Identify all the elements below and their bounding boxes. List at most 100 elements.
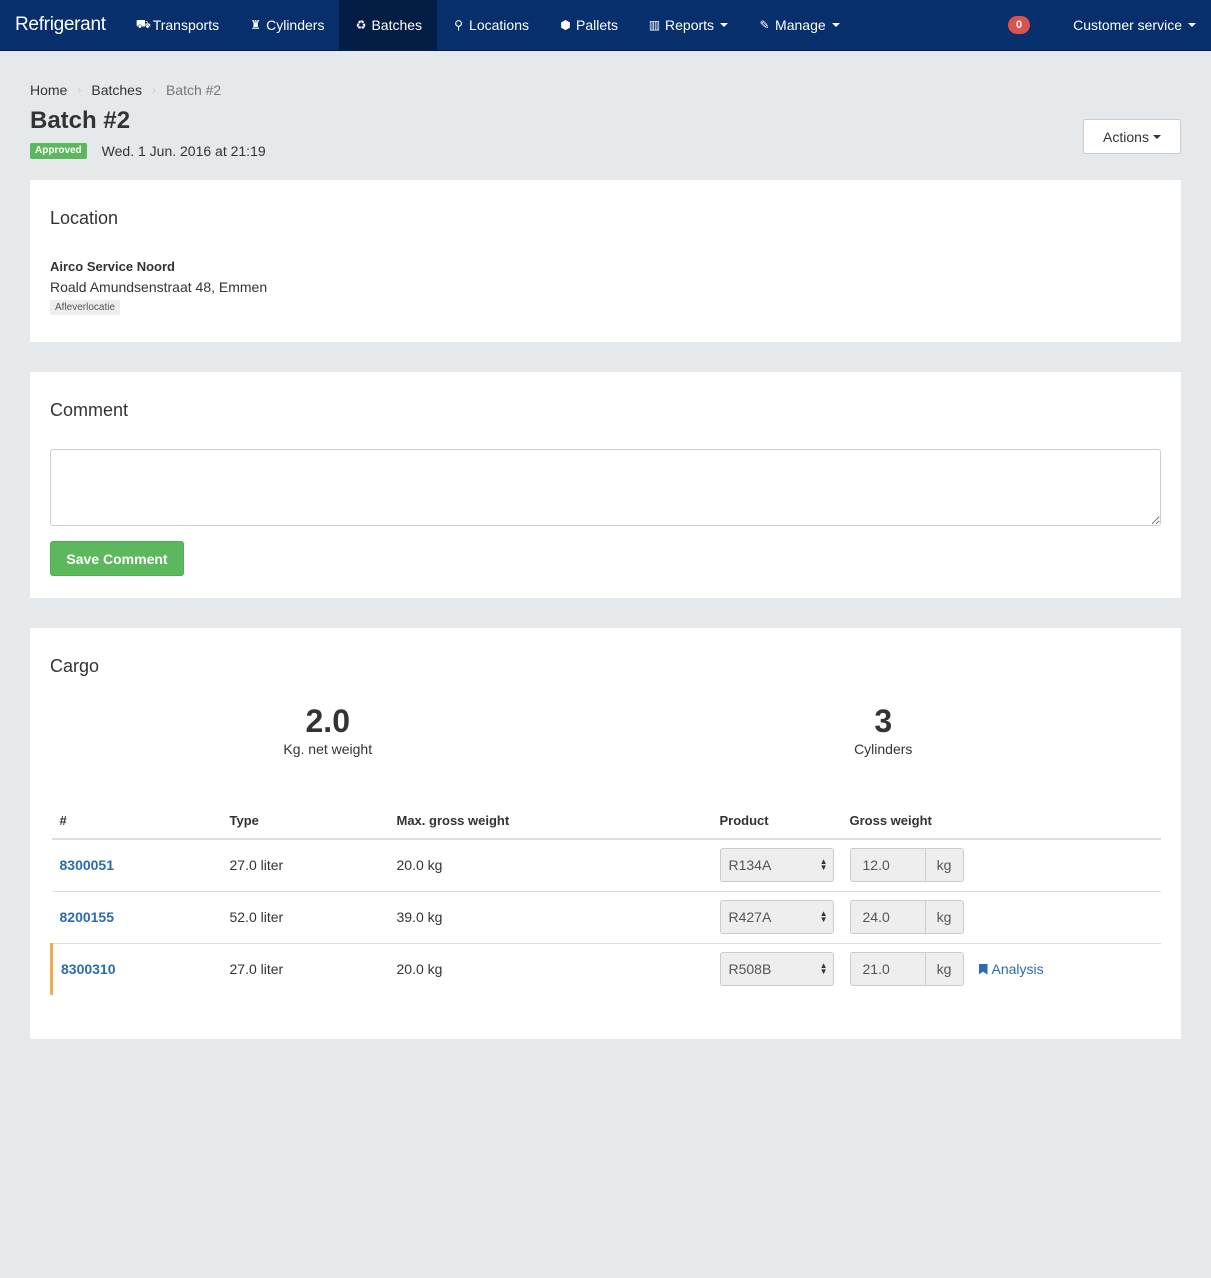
page-title: Batch #2 [30,107,131,134]
column-header: # [51,809,222,840]
column-header: Max. gross weight [388,809,712,840]
caret-down-icon [1152,134,1161,139]
nav-label: Reports [665,17,715,33]
gross-weight-input[interactable]: 24.0 [849,900,925,934]
net-weight-value: 2.0 [305,703,350,739]
cylinder-link[interactable]: 8300051 [60,857,115,873]
column-header: Type [221,809,389,840]
location-panel: Location Airco Service Noord Roald Amund… [30,180,1181,342]
product-select[interactable]: R134A ▲ ▼ [719,848,834,883]
save-comment-button[interactable]: Save Comment [50,541,184,576]
cylinders-value: 3 [874,703,893,739]
actions-label: Actions [1103,128,1149,145]
nav-reports-dropdown[interactable]: ▥ Reports [633,0,743,50]
location-type-tag: Afleverlocatie [50,300,121,315]
cylinders-stat: 3 Cylinders [606,705,1162,757]
breadcrumb-batches[interactable]: Batches [91,82,142,98]
actions-dropdown-button[interactable]: Actions [1083,119,1181,154]
product-select-value: R508B [728,961,772,978]
gross-weight-unit: kg [924,952,964,987]
product-select[interactable]: R427A ▲ ▼ [719,900,834,934]
gross-weight-input[interactable]: 12.0 [849,848,925,883]
cylinder-link[interactable]: 8200155 [60,909,115,925]
nav-cylinders[interactable]: ♜ Cylinders [234,0,339,50]
analysis-label: Analysis [991,961,1044,978]
recycle-icon: ♻ [355,18,367,32]
chevron-right-icon: › [151,83,156,97]
cylinders-label: Cylinders [854,741,913,757]
gross-weight-input[interactable]: 21.0 [849,952,925,987]
table-row-warning: 8300310 27.0 liter 20.0 kg R508B ▲ ▼ 21.0… [50,943,1162,995]
net-weight-label: Kg. net weight [283,741,373,757]
cylinder-max-weight: 20.0 kg [388,839,712,892]
nav-label: Locations [469,17,529,33]
column-header: Gross weight [841,809,1161,840]
nav-locations[interactable]: ⚲ Locations [437,0,544,50]
brand-logo[interactable]: Refrigerant [0,0,121,50]
cylinder-link[interactable]: 8300310 [61,961,116,977]
cargo-heading: Cargo [50,656,100,676]
select-arrows-icon: ▲ ▼ [819,909,828,924]
net-weight-stat: 2.0 Kg. net weight [50,705,606,757]
batch-date: Wed. 1 Jun. 2016 at 21:19 [101,143,266,159]
gross-weight-group: 12.0 kg [849,848,1154,883]
product-select[interactable]: R508B ▲ ▼ [719,952,834,987]
cargo-table: # Type Max. gross weight Product Gross w… [50,809,1161,995]
gross-weight-unit: kg [924,900,964,934]
bookmark-icon [978,963,988,975]
nav-label: Cylinders [266,17,325,33]
caret-down-icon [720,23,729,27]
page-meta: Approved Wed. 1 Jun. 2016 at 21:19 [30,143,266,159]
breadcrumb-home[interactable]: Home [30,82,67,98]
cylinder-max-weight: 20.0 kg [396,961,443,978]
fire-extinguisher-icon: ♜ [250,18,261,32]
nav-pallets[interactable]: ⬢ Pallets [544,0,633,50]
status-badge: Approved [30,143,87,159]
nav-right: 0 Customer service [1008,0,1211,50]
comment-heading: Comment [50,400,129,420]
breadcrumb-current: Batch #2 [165,82,222,98]
bar-chart-icon: ▥ [648,18,661,32]
edit-icon: ✎ [759,18,770,32]
gross-weight-group: 24.0 kg [849,900,1154,934]
nav-manage-dropdown[interactable]: ✎ Manage [743,0,855,50]
cargo-stats: 2.0 Kg. net weight 3 Cylinders [50,705,1161,757]
nav-batches[interactable]: ♻ Batches [339,0,438,50]
chevron-right-icon: › [77,83,82,97]
user-menu-dropdown[interactable]: Customer service [1058,0,1211,50]
select-arrows-icon: ▲ ▼ [819,857,828,873]
nav-label: Manage [775,17,826,33]
location-heading: Location [50,208,119,228]
nav-transports[interactable]: ⛟ Transports [121,0,234,50]
location-address: Roald Amundsenstraat 48, Emmen [50,279,268,295]
truck-icon: ⛟ [135,17,151,31]
cubes-icon: ⬢ [560,18,571,32]
caret-down-icon [1188,23,1196,27]
cylinder-type: 27.0 liter [229,961,284,978]
map-marker-icon: ⚲ [454,18,463,32]
table-row: 8200155 52.0 liter 39.0 kg R427A ▲ ▼ 24.0… [51,891,1161,944]
cylinder-type: 27.0 liter [221,839,389,892]
nav-label: Transports [152,17,220,33]
column-header: Product [711,809,842,840]
breadcrumb: Home › Batches › Batch #2 [30,82,1181,98]
location-name: Airco Service Noord [50,259,175,274]
main-nav: ⛟ Transports ♜ Cylinders ♻ Batches ⚲ Loc… [121,0,855,50]
notification-badge[interactable]: 0 [1008,16,1031,34]
caret-down-icon [831,23,840,27]
page-header: Batch #2 Approved Wed. 1 Jun. 2016 at 21… [30,98,1181,159]
table-header-row: # Type Max. gross weight Product Gross w… [51,809,1161,840]
cylinder-max-weight: 39.0 kg [388,891,712,944]
nav-label: Pallets [575,17,619,33]
top-navbar: Refrigerant ⛟ Transports ♜ Cylinders ♻ B… [0,0,1211,51]
comment-textarea[interactable] [50,449,1161,526]
user-menu-label: Customer service [1073,17,1182,33]
table-row: 8300051 27.0 liter 20.0 kg R134A ▲ ▼ 12.0… [51,839,1161,892]
nav-label: Batches [371,17,423,33]
product-select-value: R134A [728,857,772,874]
cylinder-type: 52.0 liter [221,891,389,944]
gross-weight-group: 21.0 kg Analysis [849,952,1154,987]
comment-panel: Comment Save Comment [30,372,1181,598]
product-select-value: R427A [728,909,772,925]
analysis-link[interactable]: Analysis [978,961,1044,978]
